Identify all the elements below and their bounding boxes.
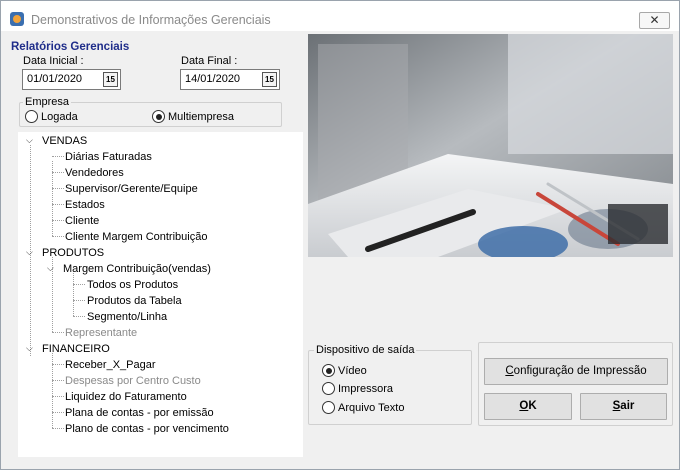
- tree-item-diarias[interactable]: Diárias Faturadas: [65, 151, 152, 163]
- radio-video-label: Vídeo: [338, 365, 367, 377]
- tree-node-margem[interactable]: Margem Contribuição(vendas): [63, 263, 211, 275]
- data-final-value: 14/01/2020: [185, 73, 241, 85]
- calendar-icon[interactable]: 15: [262, 72, 277, 87]
- radio-arquivo-texto-label: Arquivo Texto: [338, 402, 405, 414]
- window-title: Demonstrativos de Informações Gerenciais: [31, 13, 271, 27]
- radio-video[interactable]: [322, 364, 335, 377]
- radio-multiempresa[interactable]: [152, 110, 165, 123]
- tree-item-produtos-tabela[interactable]: Produtos da Tabela: [87, 295, 182, 307]
- data-inicial-field[interactable]: 01/01/2020 15: [22, 69, 121, 90]
- tree-item-plano-vencimento[interactable]: Plano de contas - por vencimento: [65, 423, 229, 435]
- tree-node-vendas[interactable]: VENDAS: [42, 135, 87, 147]
- tree-item-representante: Representante: [65, 327, 138, 339]
- tree-item-supervisor[interactable]: Supervisor/Gerente/Equipe: [65, 183, 198, 195]
- report-window: Demonstrativos de Informações Gerenciais…: [0, 0, 680, 470]
- office-desk-image: [308, 34, 673, 257]
- expand-caret-icon[interactable]: ⌵: [26, 343, 33, 354]
- radio-impressora[interactable]: [322, 382, 335, 395]
- radio-multiempresa-label: Multiempresa: [168, 111, 235, 123]
- output-caption: Dispositivo de saída: [314, 344, 417, 356]
- close-button[interactable]: ✕: [639, 12, 670, 29]
- radio-logada-label: Logada: [41, 111, 78, 123]
- report-tree[interactable]: ⌵ VENDAS Diárias Faturadas Vendedores Su…: [18, 132, 303, 457]
- title-bar: Demonstrativos de Informações Gerenciais…: [1, 1, 679, 31]
- tree-item-receber-pagar[interactable]: Receber_X_Pagar: [65, 359, 156, 371]
- print-config-button[interactable]: Configuração de Impressão: [484, 358, 668, 385]
- empresa-caption: Empresa: [23, 96, 72, 108]
- tree-node-financeiro[interactable]: FINANCEIRO: [42, 343, 110, 355]
- tree-item-plano-emissao[interactable]: Plana de contas - por emissão: [65, 407, 214, 419]
- close-icon: ✕: [649, 13, 660, 27]
- calendar-icon[interactable]: 15: [103, 72, 118, 87]
- data-final-label: Data Final :: [181, 55, 238, 67]
- expand-caret-icon[interactable]: ⌵: [26, 247, 33, 258]
- tree-item-vendedores[interactable]: Vendedores: [65, 167, 124, 179]
- tree-item-despesas: Despesas por Centro Custo: [65, 375, 201, 387]
- section-title: Relatórios Gerenciais: [11, 41, 130, 53]
- tree-item-todos-produtos[interactable]: Todos os Produtos: [87, 279, 178, 291]
- tree-item-cliente-margem[interactable]: Cliente Margem Contribuição: [65, 231, 207, 243]
- tree-node-produtos[interactable]: PRODUTOS: [42, 247, 104, 259]
- expand-caret-icon[interactable]: ⌵: [26, 135, 33, 146]
- tree-item-estados[interactable]: Estados: [65, 199, 105, 211]
- data-final-field[interactable]: 14/01/2020 15: [180, 69, 280, 90]
- expand-caret-icon[interactable]: ⌵: [47, 263, 54, 274]
- radio-arquivo-texto[interactable]: [322, 401, 335, 414]
- header-photo: [308, 34, 673, 257]
- tree-item-segmento[interactable]: Segmento/Linha: [87, 311, 167, 323]
- data-inicial-label: Data Inicial :: [23, 55, 84, 67]
- radio-logada[interactable]: [25, 110, 38, 123]
- data-inicial-value: 01/01/2020: [27, 73, 83, 85]
- ok-button[interactable]: OK: [484, 393, 572, 420]
- sair-button[interactable]: Sair: [580, 393, 667, 420]
- app-icon: [10, 12, 24, 26]
- tree-item-liquidez[interactable]: Liquidez do Faturamento: [65, 391, 187, 403]
- radio-impressora-label: Impressora: [338, 383, 394, 395]
- tree-item-cliente[interactable]: Cliente: [65, 215, 99, 227]
